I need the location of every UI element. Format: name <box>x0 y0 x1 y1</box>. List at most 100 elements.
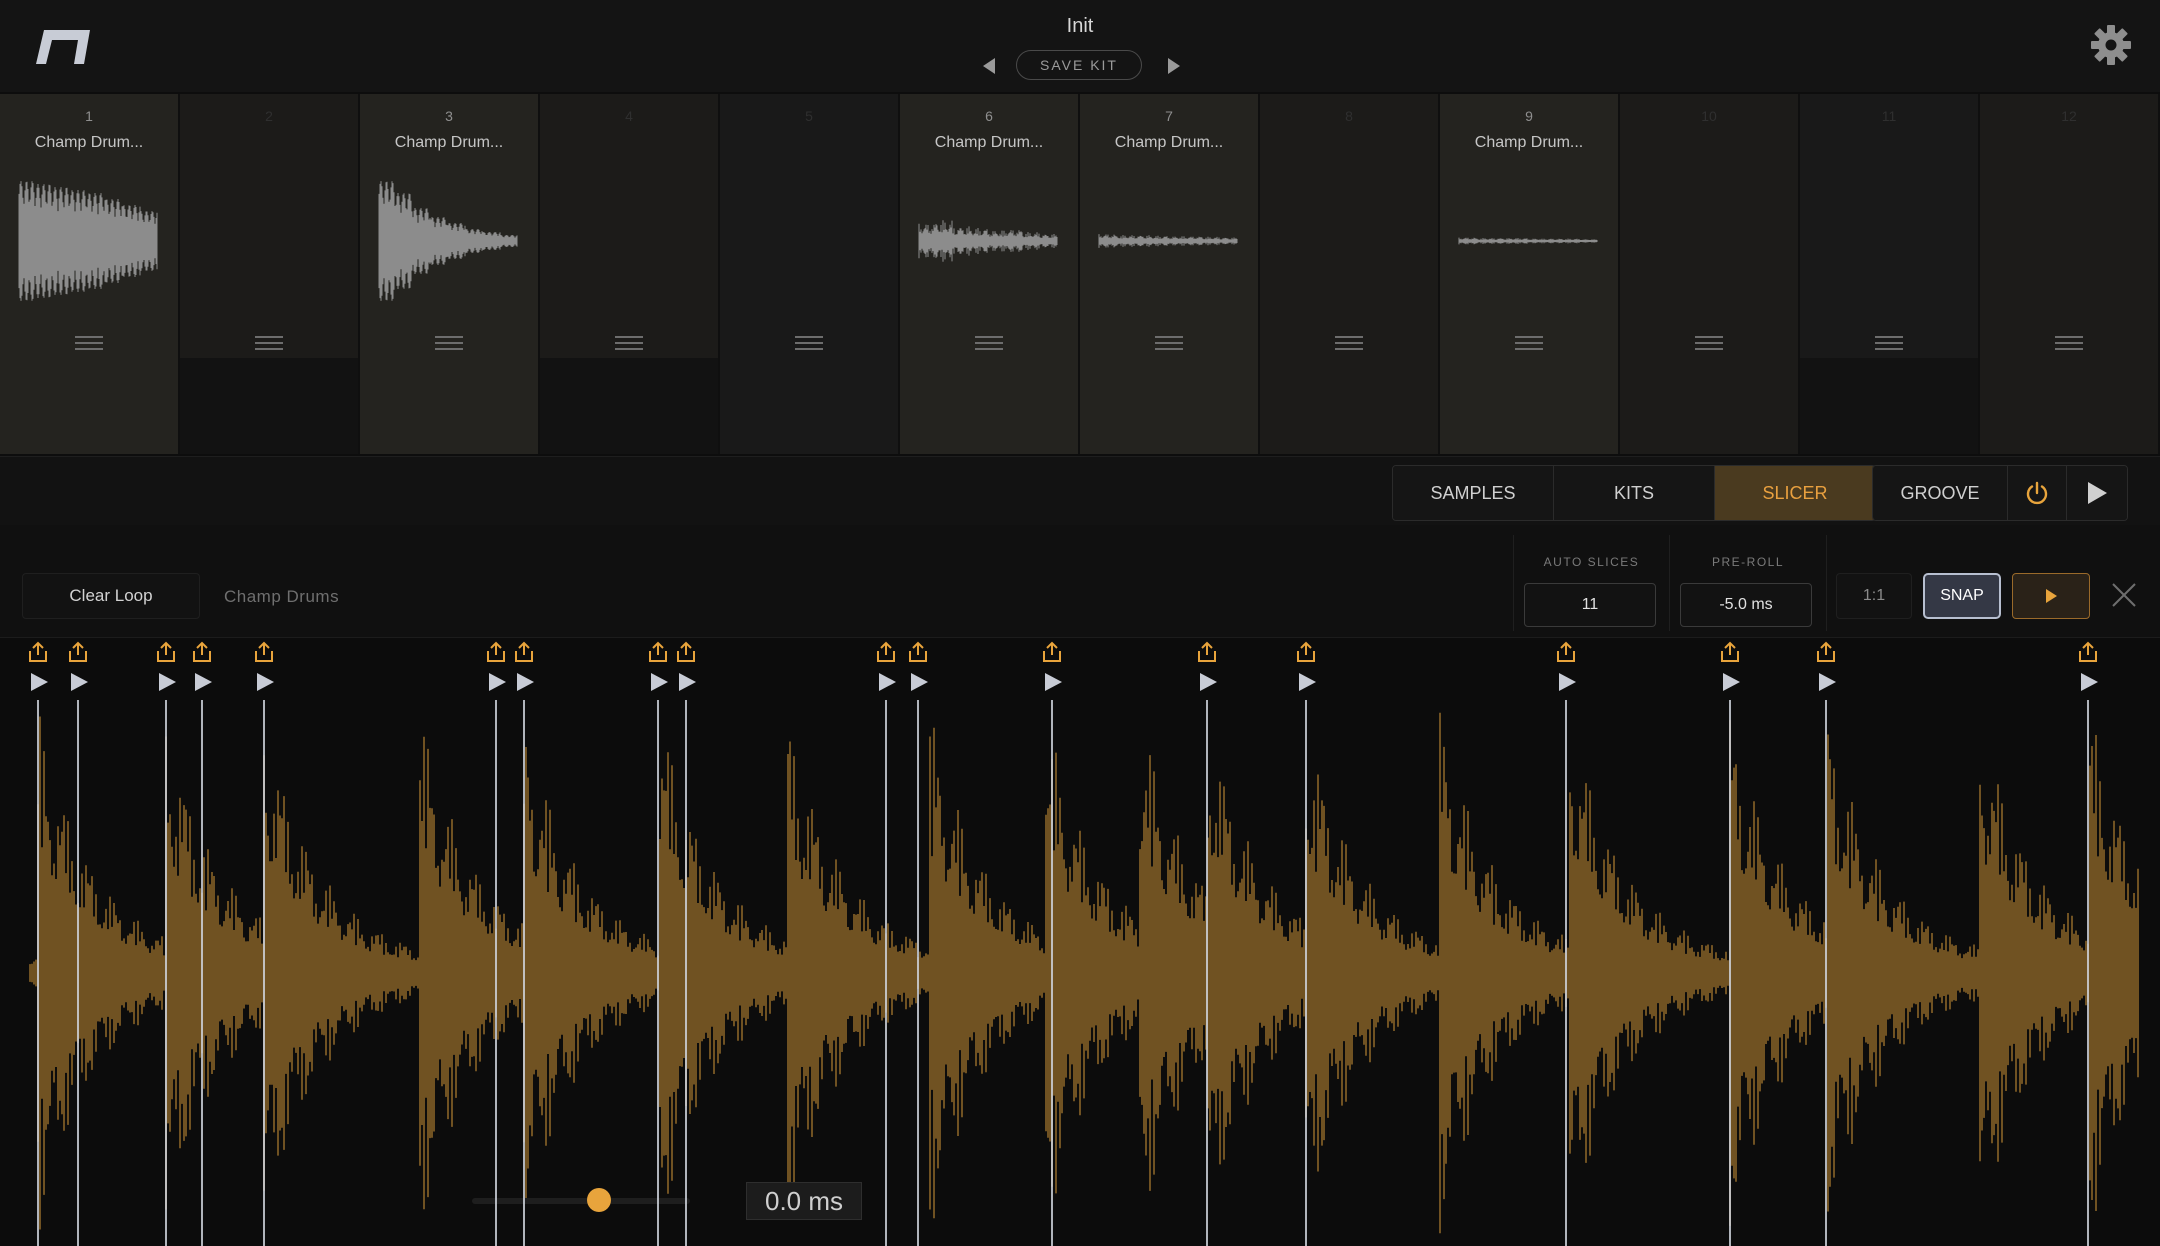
drum-pad-11[interactable]: 11 <box>1800 94 1978 454</box>
slice-line[interactable] <box>263 700 265 1246</box>
gear-icon[interactable] <box>2090 24 2132 66</box>
tab-samples[interactable]: SAMPLES <box>1393 466 1554 520</box>
slice-marker[interactable] <box>151 638 181 1246</box>
slice-marker[interactable] <box>671 638 701 1246</box>
slice-line[interactable] <box>685 700 687 1246</box>
play-icon[interactable] <box>156 672 178 692</box>
drum-pad-3[interactable]: 3 Champ Drum... <box>360 94 538 454</box>
slice-line[interactable] <box>885 700 887 1246</box>
hamburger-icon[interactable] <box>615 332 643 352</box>
export-icon[interactable] <box>190 640 214 664</box>
slice-line[interactable] <box>201 700 203 1246</box>
play-icon[interactable] <box>1720 672 1742 692</box>
play-icon[interactable] <box>1197 672 1219 692</box>
play-icon[interactable] <box>254 672 276 692</box>
hamburger-icon[interactable] <box>1695 332 1723 352</box>
export-icon[interactable] <box>1554 640 1578 664</box>
slice-marker[interactable] <box>1037 638 1067 1246</box>
export-icon[interactable] <box>154 640 178 664</box>
hamburger-icon[interactable] <box>75 332 103 352</box>
tab-kits[interactable]: KITS <box>1554 466 1715 520</box>
play-icon[interactable] <box>908 672 930 692</box>
slice-line[interactable] <box>657 700 659 1246</box>
hamburger-icon[interactable] <box>1875 332 1903 352</box>
drum-pad-5[interactable]: 5 <box>720 94 898 454</box>
snap-toggle[interactable]: SNAP <box>1923 573 2001 619</box>
drum-pad-12[interactable]: 12 <box>1980 94 2158 454</box>
hamburger-icon[interactable] <box>2055 332 2083 352</box>
export-icon[interactable] <box>26 640 50 664</box>
hamburger-icon[interactable] <box>795 332 823 352</box>
offset-slider-thumb[interactable] <box>587 1188 611 1212</box>
export-icon[interactable] <box>1195 640 1219 664</box>
play-icon[interactable] <box>1556 672 1578 692</box>
slice-line[interactable] <box>495 700 497 1246</box>
slice-marker[interactable] <box>1291 638 1321 1246</box>
drum-pad-2[interactable]: 2 <box>180 94 358 454</box>
slice-line[interactable] <box>1206 700 1208 1246</box>
drum-pad-10[interactable]: 10 <box>1620 94 1798 454</box>
slice-marker[interactable] <box>1715 638 1745 1246</box>
slice-line[interactable] <box>1825 700 1827 1246</box>
slice-line[interactable] <box>917 700 919 1246</box>
slice-line[interactable] <box>1565 700 1567 1246</box>
groove-play-button[interactable] <box>2067 466 2127 520</box>
pre-roll-field[interactable]: -5.0 ms <box>1680 583 1812 627</box>
drum-pad-8[interactable]: 8 <box>1260 94 1438 454</box>
export-icon[interactable] <box>252 640 276 664</box>
hamburger-icon[interactable] <box>1335 332 1363 352</box>
clear-loop-button[interactable]: Clear Loop <box>22 573 200 619</box>
slice-line[interactable] <box>1729 700 1731 1246</box>
drum-pad-9[interactable]: 9 Champ Drum... <box>1440 94 1618 454</box>
slice-marker[interactable] <box>187 638 217 1246</box>
play-icon[interactable] <box>514 672 536 692</box>
slice-waveform-editor[interactable]: 0.0 ms <box>0 638 2160 1246</box>
slice-marker[interactable] <box>903 638 933 1246</box>
export-icon[interactable] <box>512 640 536 664</box>
slice-line[interactable] <box>2087 700 2089 1246</box>
close-icon[interactable] <box>2110 581 2138 609</box>
play-icon[interactable] <box>676 672 698 692</box>
play-icon[interactable] <box>1816 672 1838 692</box>
auto-slices-field[interactable]: 11 <box>1524 583 1656 627</box>
hamburger-icon[interactable] <box>435 332 463 352</box>
tab-slicer[interactable]: SLICER <box>1715 466 1875 520</box>
power-button[interactable] <box>2008 466 2067 520</box>
slice-marker[interactable] <box>1192 638 1222 1246</box>
slice-marker[interactable] <box>481 638 511 1246</box>
slice-marker[interactable] <box>1811 638 1841 1246</box>
next-kit-icon[interactable] <box>1162 56 1184 76</box>
export-icon[interactable] <box>906 640 930 664</box>
slice-marker[interactable] <box>63 638 93 1246</box>
slice-marker[interactable] <box>643 638 673 1246</box>
hamburger-icon[interactable] <box>975 332 1003 352</box>
play-icon[interactable] <box>28 672 50 692</box>
export-icon[interactable] <box>1040 640 1064 664</box>
hamburger-icon[interactable] <box>1515 332 1543 352</box>
slice-marker[interactable] <box>871 638 901 1246</box>
loop-play-button[interactable] <box>2012 573 2090 619</box>
play-icon[interactable] <box>1042 672 1064 692</box>
slice-marker[interactable] <box>2073 638 2103 1246</box>
slice-line[interactable] <box>523 700 525 1246</box>
export-icon[interactable] <box>2076 640 2100 664</box>
play-icon[interactable] <box>192 672 214 692</box>
export-icon[interactable] <box>1718 640 1742 664</box>
slice-line[interactable] <box>1051 700 1053 1246</box>
drum-pad-4[interactable]: 4 <box>540 94 718 454</box>
zoom-ratio-button[interactable]: 1:1 <box>1836 573 1912 619</box>
slice-marker[interactable] <box>509 638 539 1246</box>
drum-pad-7[interactable]: 7 Champ Drum... <box>1080 94 1258 454</box>
export-icon[interactable] <box>646 640 670 664</box>
play-icon[interactable] <box>68 672 90 692</box>
play-icon[interactable] <box>486 672 508 692</box>
slice-line[interactable] <box>77 700 79 1246</box>
export-icon[interactable] <box>1814 640 1838 664</box>
play-icon[interactable] <box>648 672 670 692</box>
play-icon[interactable] <box>1296 672 1318 692</box>
slice-marker[interactable] <box>23 638 53 1246</box>
hamburger-icon[interactable] <box>255 332 283 352</box>
slice-marker[interactable] <box>249 638 279 1246</box>
export-icon[interactable] <box>484 640 508 664</box>
export-icon[interactable] <box>66 640 90 664</box>
